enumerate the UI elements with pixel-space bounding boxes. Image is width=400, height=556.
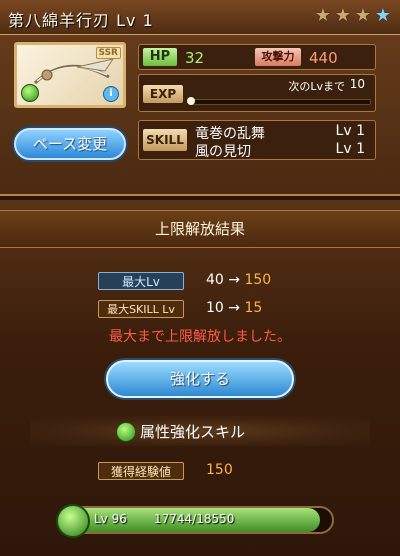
- element-skill-title: 属性強化スキル: [140, 423, 246, 441]
- weapon-thumbnail[interactable]: SSR i: [14, 42, 126, 108]
- strengthen-button[interactable]: 強化する: [106, 360, 294, 398]
- skill-level: Lv 1: [335, 123, 365, 139]
- uncap-complete-notice: 最大まで上限解放しました。: [109, 329, 291, 345]
- exp-progress-bar: [187, 97, 371, 105]
- rarity-badge: SSR: [95, 47, 121, 59]
- wind-element-icon: [56, 504, 90, 538]
- uncap-result-panel: 上限解放結果 最大Lv 40 → 150 最大SKILL Lv 10 → 15 …: [0, 200, 400, 556]
- next-level-label: 次のLvまで: [288, 80, 345, 93]
- hp-label: HP: [143, 48, 177, 66]
- max-skill-level-label: 最大SKILL Lv: [98, 300, 184, 318]
- max-level-change: 40 → 150: [206, 272, 271, 288]
- skill-name: 風の見切: [195, 144, 251, 160]
- skill-label: SKILL: [143, 129, 187, 151]
- result-title: 上限解放結果: [0, 210, 400, 248]
- next-level-value: 10: [349, 77, 365, 91]
- arrow-icon: →: [228, 272, 241, 288]
- player-level-bar: Lv 96 17744/18550: [56, 504, 334, 538]
- skill-level: Lv 1: [335, 141, 365, 157]
- item-level: Lv 1: [116, 11, 154, 30]
- max-level-label: 最大Lv: [98, 272, 184, 290]
- max-level-new: 150: [244, 272, 272, 288]
- max-skill-level-change: 10 → 15: [206, 300, 262, 316]
- exp-gain-value: 150: [206, 462, 233, 478]
- skill-box: SKILL 竜巻の乱舞 Lv 1 風の見切 Lv 1: [138, 120, 376, 160]
- max-level-old: 40: [206, 272, 224, 288]
- info-icon[interactable]: i: [103, 86, 119, 102]
- max-skill-old: 10: [206, 300, 224, 316]
- exp-progress-knob: [187, 97, 195, 105]
- star-icon: ★: [334, 5, 352, 26]
- star-icon: ★: [314, 5, 332, 26]
- attack-value: 440: [309, 49, 338, 67]
- attack-label: 攻撃力: [255, 48, 301, 66]
- rarity-stars: ★ ★ ★ ★: [314, 7, 392, 25]
- star-icon: ★: [354, 5, 372, 26]
- skill-name: 竜巻の乱舞: [195, 126, 265, 142]
- item-name: 第八綿羊行刃 Lv 1: [8, 7, 154, 31]
- exp-label: EXP: [143, 85, 183, 103]
- player-exp-numbers: 17744/18550: [154, 512, 235, 526]
- wind-element-icon: [116, 422, 136, 442]
- exp-gain-label: 獲得経験値: [98, 462, 184, 480]
- arrow-icon: →: [228, 300, 241, 316]
- stats-row: HP 32 攻撃力 440: [138, 44, 376, 70]
- star-blue-icon: ★: [374, 5, 392, 26]
- item-title-bar: 第八綿羊行刃 Lv 1 ★ ★ ★ ★: [0, 0, 400, 35]
- player-level-text: Lv 96: [94, 512, 127, 526]
- exp-row: EXP 次のLvまで 10: [138, 74, 376, 112]
- item-name-text: 第八綿羊行刃: [8, 11, 111, 30]
- item-card: 第八綿羊行刃 Lv 1 ★ ★ ★ ★ SSR i ベース変更 HP 32 攻撃…: [0, 0, 400, 196]
- wind-element-icon: [21, 84, 39, 102]
- hp-value: 32: [185, 49, 205, 67]
- element-skill-section: 属性強化スキル: [30, 416, 370, 446]
- change-base-button[interactable]: ベース変更: [14, 128, 126, 160]
- max-skill-new: 15: [244, 300, 263, 316]
